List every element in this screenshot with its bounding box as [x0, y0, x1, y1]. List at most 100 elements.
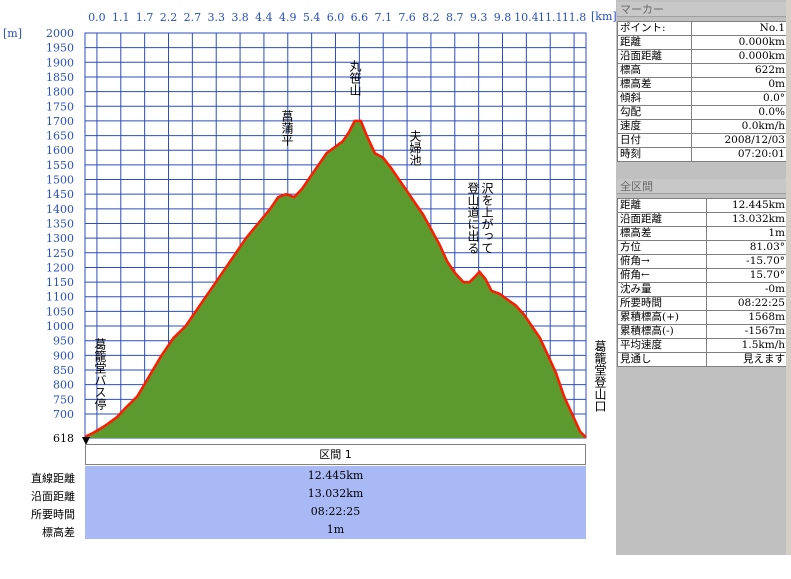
panel-scrollbar[interactable] — [786, 0, 791, 555]
total-row: 累積標高(+) 1568m — [616, 310, 788, 325]
x-tick-label: 8.7 — [446, 11, 464, 24]
marker-value: 0.0% — [691, 105, 788, 120]
total-label: 距離 — [616, 198, 708, 213]
total-row: 標高差 1m — [616, 226, 788, 241]
annotation-label: 沢を上がって — [480, 182, 494, 254]
total-row: 距離 12.445km — [616, 198, 788, 213]
total-label: 沈み量 — [616, 282, 708, 297]
y-tick-label: 1400 — [46, 203, 74, 216]
total-value: 13.032km — [706, 212, 788, 227]
x-tick-label: 2.7 — [184, 11, 202, 24]
y-tick-label: 1150 — [46, 276, 74, 289]
total-value: 12.445km — [706, 198, 788, 213]
y-tick-label: 1800 — [46, 86, 74, 99]
x-tick-label: 9.3 — [470, 11, 488, 24]
marker-label: 傾斜 — [616, 91, 693, 106]
total-label: 俯角→ — [616, 254, 708, 269]
marker-row: 距離 0.000km — [616, 35, 788, 50]
total-label: 標高差 — [616, 226, 708, 241]
marker-panel-title: マーカー — [617, 2, 789, 17]
total-row: 平均速度 1.5km/h — [616, 338, 788, 353]
total-label: 平均速度 — [616, 338, 708, 353]
x-tick-label: 6.0 — [327, 11, 345, 24]
marker-cursor-icon[interactable] — [82, 437, 90, 444]
total-value: 1.5km/h — [706, 338, 788, 353]
x-tick-label: 7.6 — [398, 11, 416, 24]
marker-panel: ポイント: No.1 距離 0.000km 沿面距離 0.000km 標高 622m 標高差 0m… — [616, 21, 788, 162]
marker-row: 標高差 0m — [616, 77, 788, 92]
y-tick-label: 1600 — [46, 144, 74, 157]
x-tick-label: 8.2 — [422, 11, 440, 24]
total-row: 沿面距離 13.032km — [616, 212, 788, 227]
total-row: 俯角→ -15.70° — [616, 254, 788, 269]
total-value: 15.70° — [706, 268, 788, 283]
y-tick-label: 1350 — [46, 217, 74, 230]
marker-row: 沿面距離 0.000km — [616, 49, 788, 64]
marker-row: 日付 2008/12/03 — [616, 133, 788, 148]
y-tick-label: 1850 — [46, 71, 74, 84]
x-tick-label: 7.1 — [374, 11, 392, 24]
total-label: 方位 — [616, 240, 708, 255]
y-tick-label: 750 — [53, 393, 74, 406]
marker-value: 0.0km/h — [691, 119, 788, 134]
y-tick-label: 1650 — [46, 130, 74, 143]
total-label: 所要時間 — [616, 296, 708, 311]
x-tick-label: 10.4 — [514, 11, 539, 24]
x-tick-label: 9.8 — [494, 11, 512, 24]
segment-header[interactable]: 区間 1 — [85, 444, 586, 465]
total-panel: 距離 12.445km 沿面距離 13.032km 標高差 1m 方位 81.03° 俯角→ -1… — [616, 198, 788, 367]
y-tick-label: 1000 — [46, 320, 74, 333]
total-row: 所要時間 08:22:25 — [616, 296, 788, 311]
total-label: 俯角← — [616, 268, 708, 283]
marker-label: 標高差 — [616, 77, 693, 92]
x-tick-label: 1.1 — [112, 11, 130, 24]
annotation-label: 菖蒲平 — [280, 110, 294, 146]
marker-value: 0.0° — [691, 91, 788, 106]
y-tick-label: 2000 — [46, 27, 74, 40]
marker-row: 時刻 07:20:01 — [616, 147, 788, 162]
x-tick-label: 5.4 — [303, 11, 321, 24]
marker-row: 標高 622m — [616, 63, 788, 78]
marker-value: 622m — [691, 63, 788, 78]
total-label: 見通し — [616, 352, 708, 367]
y-tick-label: 950 — [53, 335, 74, 348]
y-tick-label: 1100 — [46, 291, 74, 304]
bottom-strip — [0, 555, 791, 579]
y-tick-label: 850 — [53, 364, 74, 377]
x-tick-label: 2.2 — [160, 11, 178, 24]
y-tick-label: 1450 — [46, 188, 74, 201]
marker-row: 傾斜 0.0° — [616, 91, 788, 106]
marker-label: 標高 — [616, 63, 693, 78]
annotation-label: 登山道に出る — [466, 181, 480, 254]
x-tick-label: 3.8 — [231, 11, 249, 24]
total-value: -1567m — [706, 324, 788, 339]
total-value: 1568m — [706, 310, 788, 325]
x-tick-label: 11.8 — [562, 11, 587, 24]
total-value: 08:22:25 — [706, 296, 788, 311]
marker-label: 沿面距離 — [616, 49, 693, 64]
marker-value: 0m — [691, 77, 788, 92]
segment-straight-distance: 12.445km — [307, 469, 364, 482]
elevation-diff-label: 標高差 — [42, 526, 75, 539]
x-tick-label: 6.6 — [351, 11, 369, 24]
straight-distance-label: 直線距離 — [31, 472, 75, 485]
marker-label: 速度 — [616, 119, 693, 134]
y-tick-label: 1750 — [46, 100, 74, 113]
y-tick-label: 1200 — [46, 261, 74, 274]
segment-duration: 08:22:25 — [310, 505, 361, 518]
total-panel-title: 全区間 — [617, 179, 789, 194]
total-row: 累積標高(-) -1567m — [616, 324, 788, 339]
elevation-chart[interactable]: 2000 19501900 1850 18001750 1700 16501600 1550… — [0, 0, 616, 444]
total-row: 沈み量 -0m — [616, 282, 788, 297]
total-label: 沿面距離 — [616, 212, 708, 227]
x-tick-label: 1.7 — [136, 11, 154, 24]
total-label: 累積標高(+) — [616, 310, 708, 325]
y-tick-label: 1550 — [46, 159, 74, 172]
segment-summary: 12.445km 13.032km 08:22:25 1m — [85, 466, 586, 539]
marker-label: 日付 — [616, 133, 693, 148]
y-tick-label: 1250 — [46, 247, 74, 260]
marker-label: 時刻 — [616, 147, 693, 162]
marker-row: 勾配 0.0% — [616, 105, 788, 120]
y-tick-label: 1700 — [46, 115, 74, 128]
marker-value: 0.000km — [691, 35, 788, 50]
